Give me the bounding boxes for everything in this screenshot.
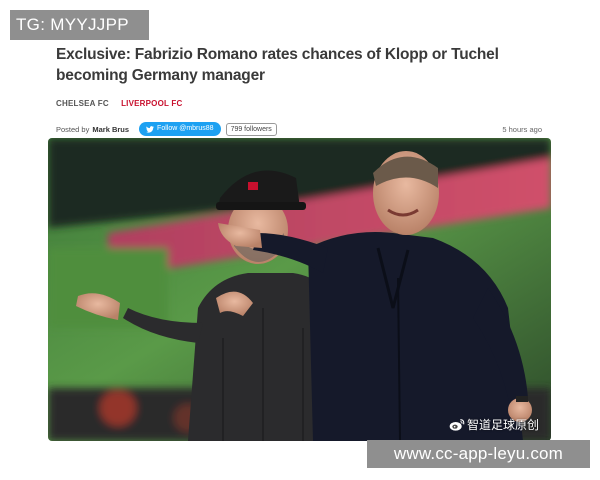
post-timestamp: 5 hours ago [502,124,542,134]
watermark-text: 智道足球原创 [467,418,540,432]
twitter-bird-icon [146,125,155,133]
follow-button-label: Follow @mbrus88 [157,125,214,132]
article-headline: Exclusive: Fabrizio Romano rates chances… [56,46,499,84]
article-photo [48,138,551,441]
twitter-follow-button[interactable]: Follow @mbrus88 [139,122,221,136]
article-header: Exclusive: Fabrizio Romano rates chances… [56,44,550,137]
photo-illustration [48,138,551,441]
category-link-chelsea[interactable]: CHELSEA FC [56,99,109,108]
site-url-banner: www.cc-app-leyu.com [367,440,590,468]
followers-count: 799 followers [225,122,277,136]
author-link[interactable]: Mark Brus [92,125,129,134]
weibo-icon [449,418,465,431]
article-meta: Posted by Mark Brus Follow @mbrus88 799 … [56,121,550,137]
posted-by-label: Posted by [56,124,90,134]
photo-watermark: 智道足球原创 [449,416,539,433]
category-tags: CHELSEA FC LIVERPOOL FC [56,99,550,111]
tg-banner: TG: MYYJJPP [10,10,149,40]
category-link-liverpool[interactable]: LIVERPOOL FC [121,99,182,108]
